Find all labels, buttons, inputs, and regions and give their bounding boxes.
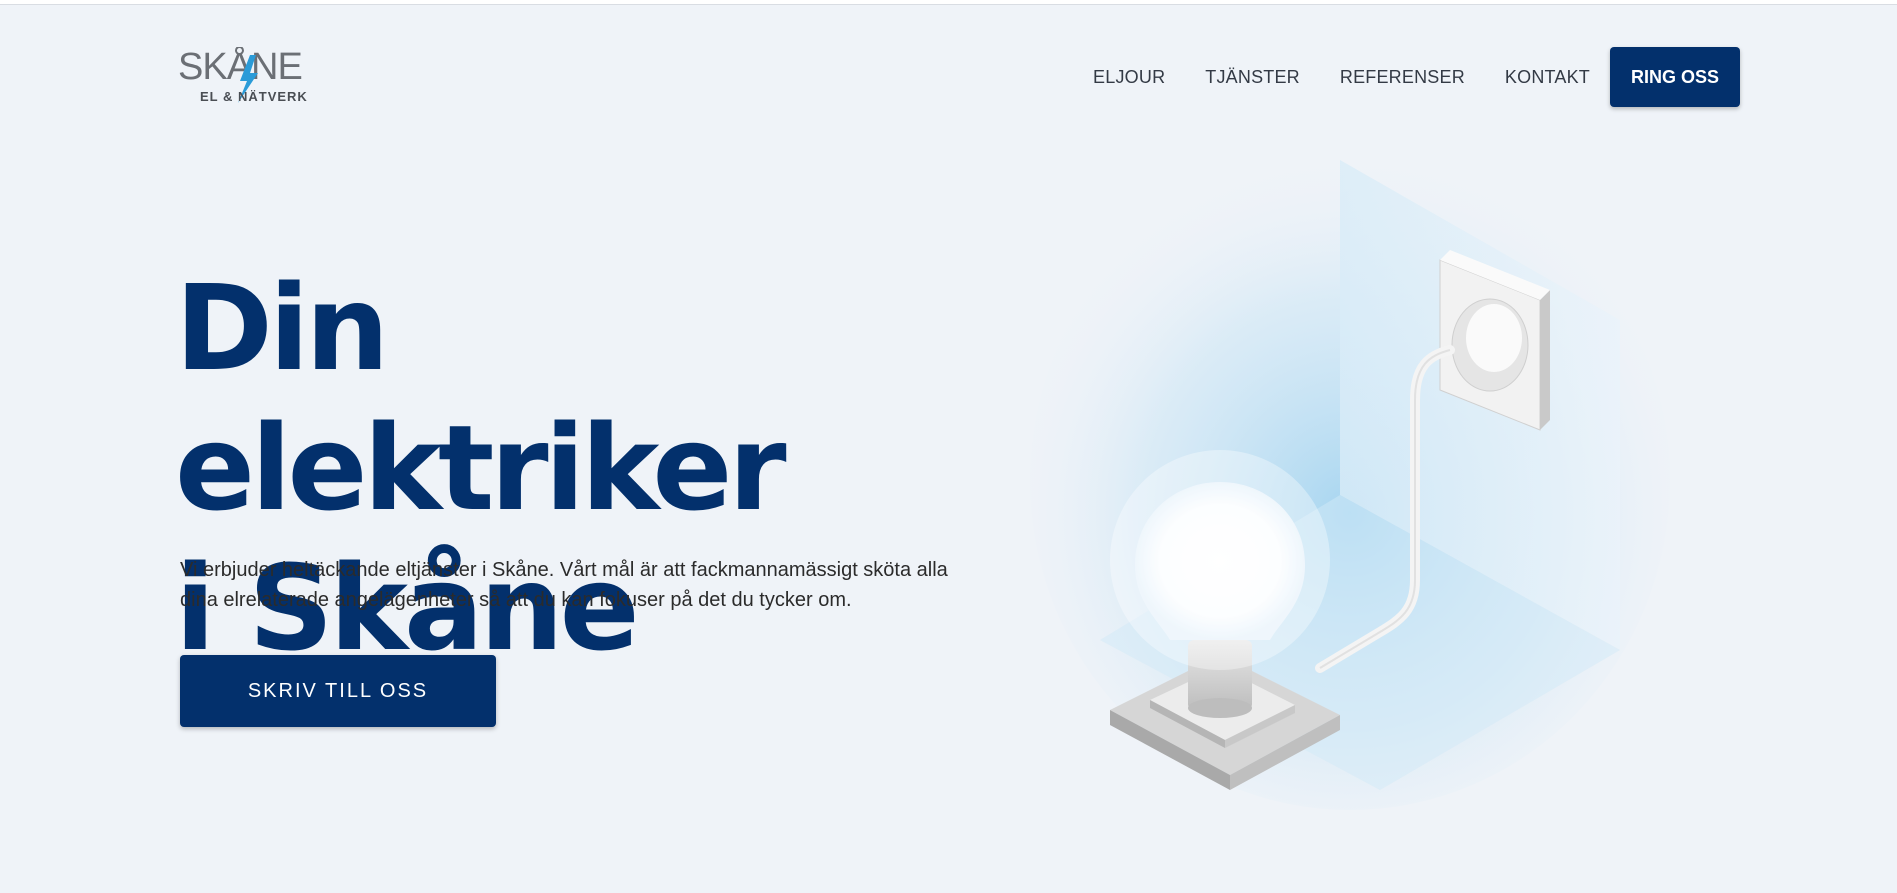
logo-subtitle: EL & NÄTVERK — [200, 89, 308, 104]
hero-title: Din elektriker i Skåne — [175, 258, 955, 678]
hero-title-line-1: Din elektriker — [175, 259, 787, 537]
nav-kontakt[interactable]: KONTAKT — [1505, 67, 1590, 88]
nav-eljour[interactable]: ELJOUR — [1093, 67, 1165, 88]
lightbulb-socket-illustration — [1030, 150, 1670, 810]
nav-referenser[interactable]: REFERENSER — [1340, 67, 1465, 88]
site-logo[interactable]: SKÅNE EL & NÄTVERK — [178, 44, 318, 107]
hero-description: Vi erbjuder heltäckande eltjänster i Skå… — [180, 559, 948, 611]
bolt-logo-icon: SKÅNE EL & NÄTVERK — [178, 44, 308, 104]
site-header: SKÅNE EL & NÄTVERK ELJOUR TJÄNSTER REFER… — [0, 5, 1897, 115]
nav-tjanster[interactable]: TJÄNSTER — [1205, 67, 1300, 88]
lightbulb-illustration — [1110, 450, 1340, 790]
main-nav: ELJOUR TJÄNSTER REFERENSER KONTAKT RING … — [1093, 47, 1740, 107]
logo-word: SKÅNE — [178, 47, 302, 88]
skriv-till-oss-button[interactable]: SKRIV TILL OSS — [180, 655, 496, 727]
ring-oss-button[interactable]: RING OSS — [1609, 47, 1740, 107]
